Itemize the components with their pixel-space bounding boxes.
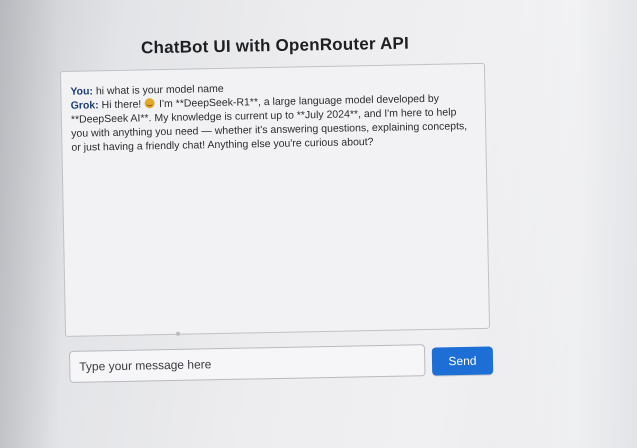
chat-message-bot: Grok: Hi there! I'm **DeepSeek-R1**, a l…: [71, 91, 476, 155]
page-title: ChatBot UI with OpenRouter API: [140, 33, 410, 58]
photo-glare: [487, 0, 637, 448]
message-greeting-bot: Hi there!: [101, 98, 142, 112]
speaker-label-bot: Grok:: [70, 99, 99, 112]
send-button[interactable]: Send: [431, 346, 494, 376]
message-input[interactable]: [69, 344, 426, 383]
cursor-artifact: [176, 331, 181, 336]
speaker-label-user: You:: [70, 85, 94, 98]
message-text-user: hi what is your model name: [95, 82, 224, 98]
chatbot-page: ChatBot UI with OpenRouter API You: hi w…: [0, 0, 637, 448]
chat-history-panel[interactable]: You: hi what is your model name Grok: Hi…: [60, 62, 491, 337]
smiling-face-icon: [144, 98, 155, 109]
photo-shadow: [0, 0, 60, 448]
